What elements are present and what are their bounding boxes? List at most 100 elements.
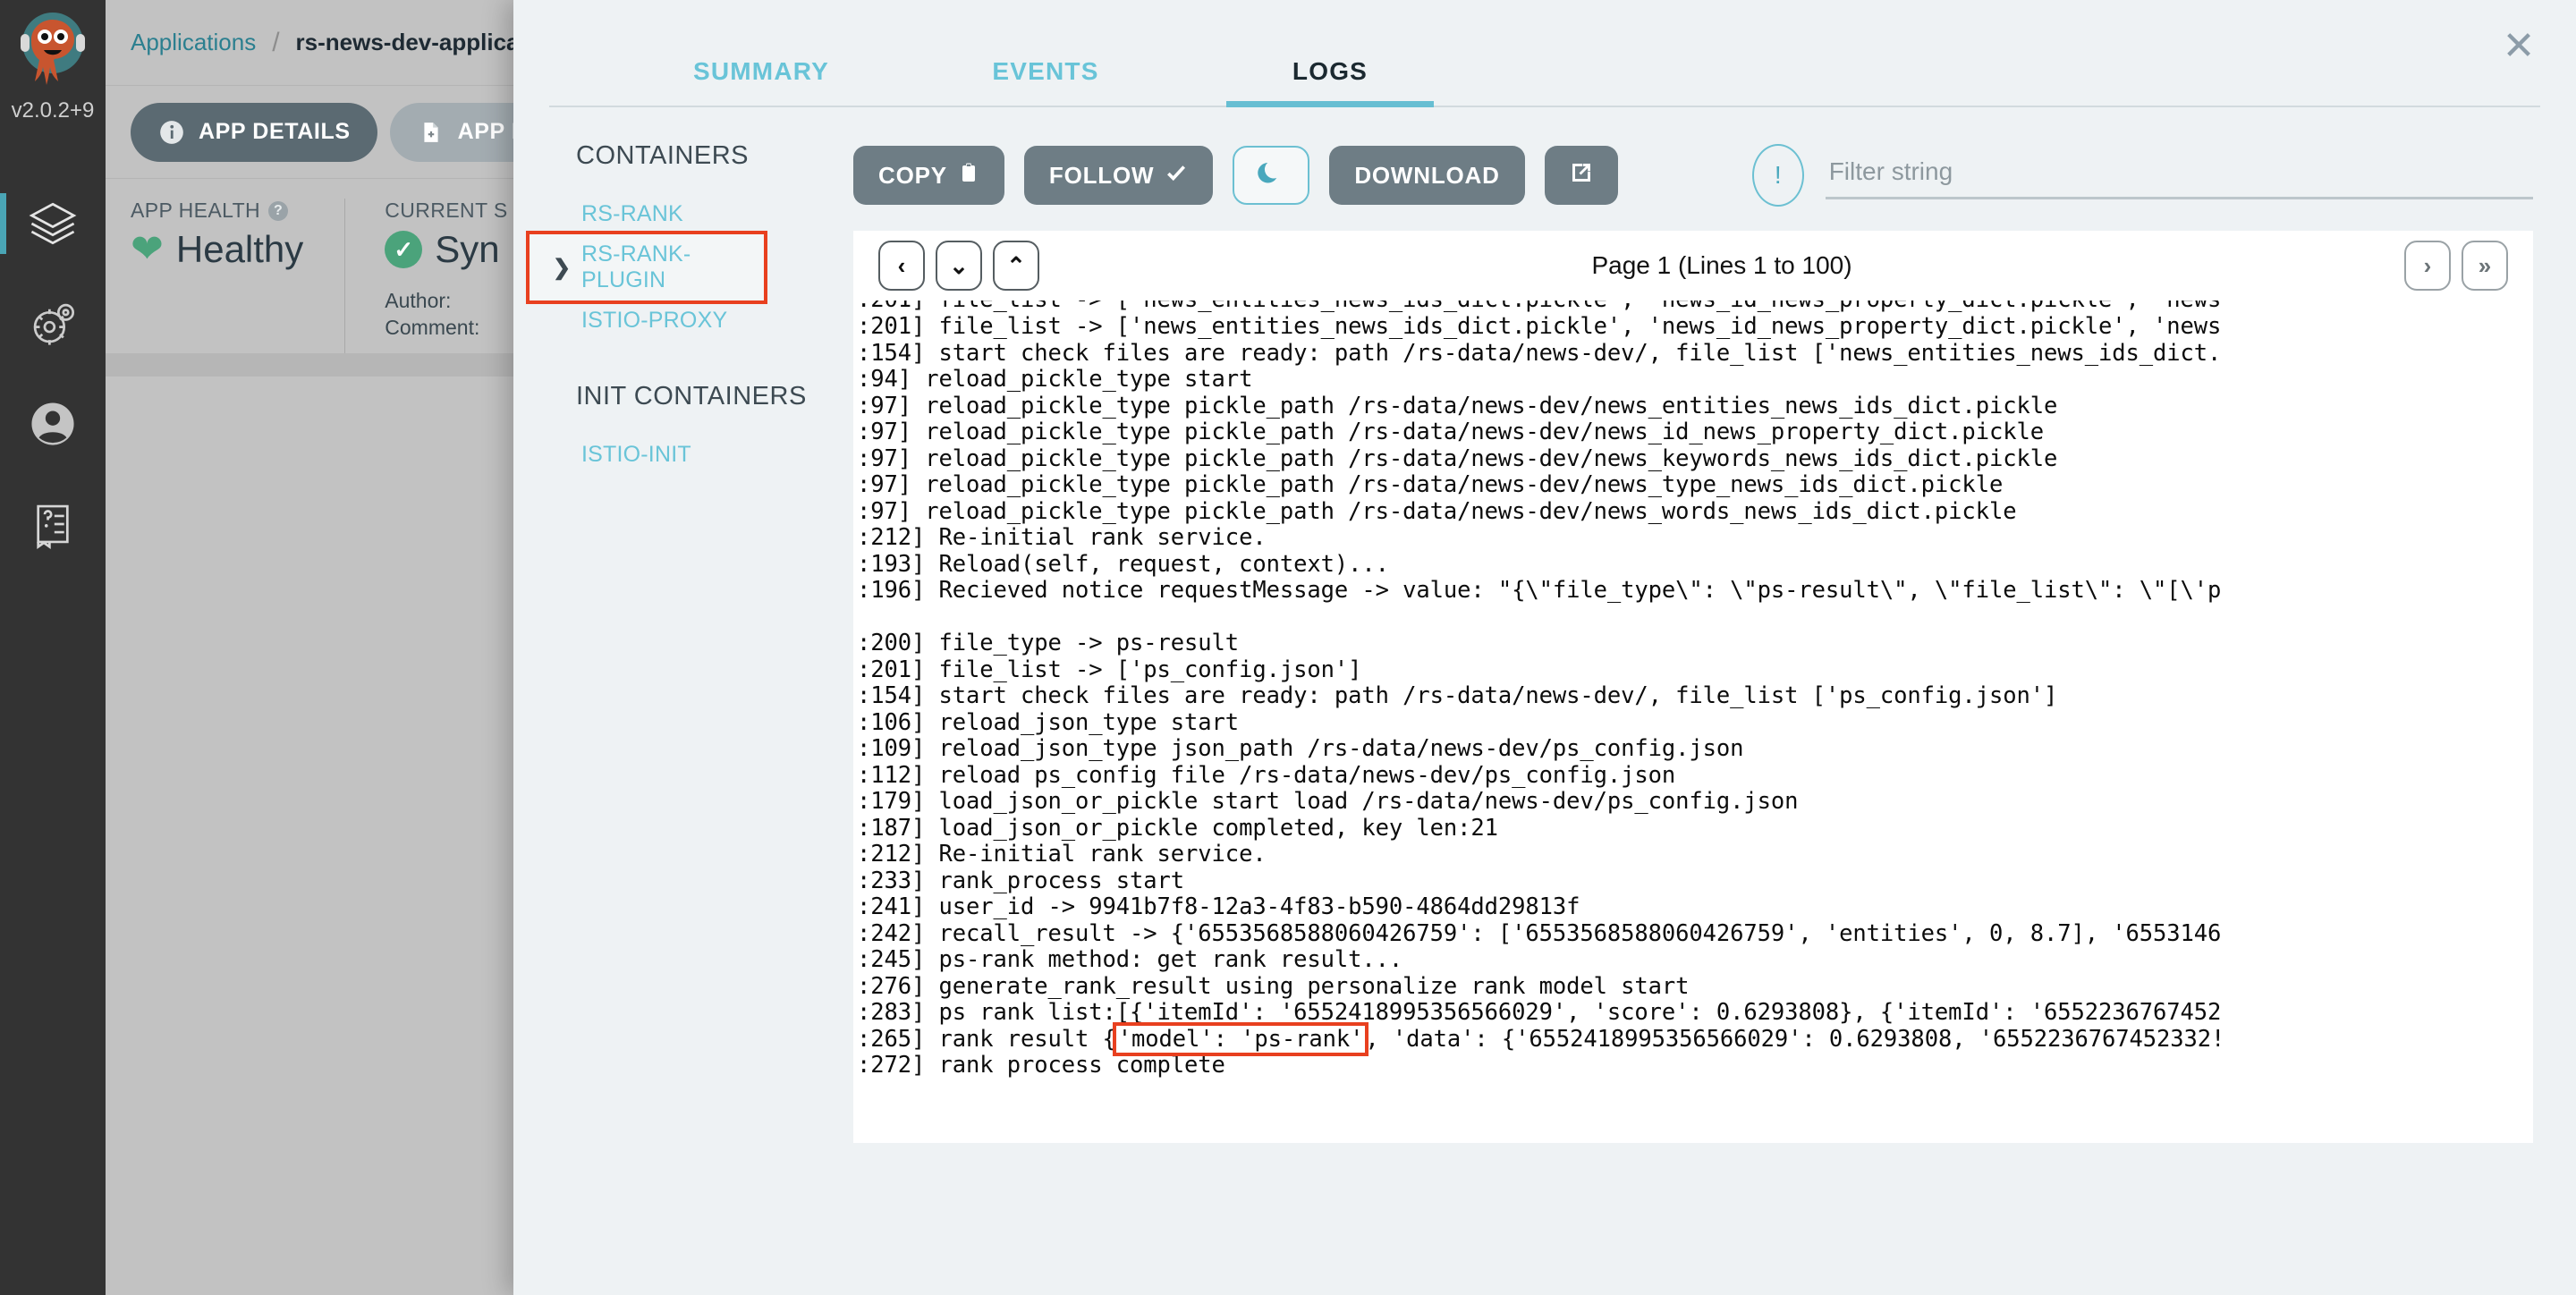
- container-item-rs-rank-plugin[interactable]: ❯ RS-RANK-PLUGIN: [526, 231, 767, 304]
- app-health-panel: APP HEALTH ? ❤ Healthy: [131, 199, 344, 353]
- log-line: :201] file_list -> ['news_entities_news_…: [857, 300, 2533, 314]
- follow-label: FOLLOW: [1048, 161, 1155, 189]
- containers-heading: CONTAINERS: [576, 141, 749, 170]
- file-diff-icon: [417, 118, 445, 147]
- log-line: :154] start check files are ready: path …: [857, 339, 2222, 367]
- log-viewer: ‹ ⌄ ⌃ Page 1 (Lines 1 to 100) › » :201] …: [853, 231, 2533, 1143]
- download-button[interactable]: DOWNLOAD: [1329, 146, 1525, 205]
- log-line: :200] file_type -> ps-result: [857, 630, 1240, 656]
- tab-logs[interactable]: LOGS: [1188, 57, 1472, 107]
- copy-label: COPY: [878, 161, 947, 189]
- breadcrumb-applications-link[interactable]: Applications: [131, 29, 256, 56]
- container-label: ISTIO-INIT: [581, 442, 691, 467]
- open-external-button[interactable]: [1544, 146, 1618, 205]
- last-page-button[interactable]: »: [2462, 241, 2508, 291]
- app-health-label: APP HEALTH ?: [131, 199, 303, 223]
- clipboard-icon: [958, 161, 979, 190]
- log-line: :196] Recieved notice requestMessage -> …: [857, 577, 2222, 604]
- scroll-up-button[interactable]: ⌃: [993, 241, 1039, 291]
- log-line: :272] rank process complete: [857, 1052, 1225, 1079]
- filter-invert-toggle[interactable]: !: [1751, 144, 1804, 207]
- breadcrumb-separator: /: [272, 27, 280, 57]
- sync-meta: Author: Comment:: [385, 287, 507, 342]
- sidebar-item-applications[interactable]: [0, 174, 106, 274]
- tab-events[interactable]: EVENTS: [903, 57, 1188, 107]
- current-sync-label: CURRENT S: [385, 199, 508, 222]
- containers-sidebar: CONTAINERS RS-RANK ❯ RS-RANK-PLUGIN ISTI…: [513, 107, 853, 1295]
- log-line: :179] load_json_or_pickle start load /rs…: [857, 788, 1799, 815]
- prev-page-button[interactable]: ‹: [878, 241, 925, 291]
- left-nav-rail: v2.0.2+9: [0, 0, 106, 1295]
- next-page-button[interactable]: ›: [2404, 241, 2451, 291]
- container-item-rs-rank[interactable]: RS-RANK: [530, 194, 853, 234]
- dark-mode-toggle[interactable]: [1233, 146, 1310, 205]
- book-help-icon: [37, 504, 69, 550]
- log-line: :154] start check files are ready: path …: [857, 682, 2058, 709]
- page-label: Page 1 (Lines 1 to 100): [1591, 251, 1852, 279]
- logs-pane: COPY FOLLOW DOWNLOAD ! Filter string ‹ ⌄…: [853, 107, 2576, 1295]
- pager-right-group: › »: [2404, 241, 2508, 291]
- check-circle-icon: ✓: [385, 231, 423, 268]
- log-line: :97] reload_pickle_type pickle_path /rs-…: [857, 419, 2044, 445]
- tab-summary[interactable]: SUMMARY: [619, 57, 903, 107]
- log-line: :97] reload_pickle_type pickle_path /rs-…: [857, 471, 2004, 498]
- log-line: :94] reload_pickle_type start: [857, 366, 1253, 393]
- nav-rail-items: [0, 174, 106, 574]
- highlighted-log-token: 'model': 'ps-rank': [1112, 1021, 1369, 1056]
- log-line: :245] ps-rank method: get rank result...: [857, 946, 1403, 973]
- heart-icon: ❤: [131, 227, 164, 271]
- container-item-istio-proxy[interactable]: ISTIO-PROXY: [530, 300, 853, 341]
- container-item-istio-init[interactable]: ISTIO-INIT: [530, 435, 853, 475]
- moon-icon: [1258, 158, 1284, 192]
- chevron-right-icon: ❯: [553, 255, 572, 280]
- download-label: DOWNLOAD: [1354, 161, 1500, 189]
- external-link-icon: [1568, 159, 1595, 192]
- sidebar-item-documentation[interactable]: [0, 474, 106, 574]
- app-details-button[interactable]: APP DETAILS: [131, 102, 377, 162]
- log-line: :242] recall_result -> {'655356858806042…: [857, 919, 2222, 947]
- scroll-down-button[interactable]: ⌄: [936, 241, 982, 291]
- comment-label: Comment:: [385, 316, 480, 340]
- log-line: :201] file_list -> ['news_entities_news_…: [857, 313, 2222, 340]
- log-line: :97] reload_pickle_type pickle_path /rs-…: [857, 497, 2017, 525]
- log-lines-container[interactable]: :201] file_list -> ['news_entities_news_…: [853, 300, 2533, 1143]
- app-health-value-row: ❤ Healthy: [131, 228, 303, 271]
- log-line: :187] load_json_or_pickle completed, key…: [857, 814, 1498, 842]
- container-label: RS-RANK-PLUGIN: [581, 241, 691, 292]
- sidebar-item-user-info[interactable]: [0, 374, 106, 474]
- follow-button[interactable]: FOLLOW: [1023, 146, 1214, 205]
- current-sync-value-row: ✓ Syn: [385, 228, 507, 271]
- log-line: :283] ps rank list:[{'itemId': '65524189…: [857, 999, 2222, 1026]
- layers-icon: [29, 202, 77, 245]
- pod-logs-modal: ✕ SUMMARY EVENTS LOGS CONTAINERS RS-RANK…: [513, 0, 2576, 1295]
- gear-icon: [33, 303, 75, 345]
- log-line: :212] Re-initial rank service.: [857, 524, 1267, 551]
- log-line: :109] reload_json_type json_path /rs-dat…: [857, 735, 1744, 762]
- filter-input[interactable]: [1825, 151, 2533, 199]
- app-health-value: Healthy: [175, 228, 304, 270]
- modal-tabs: SUMMARY EVENTS LOGS: [513, 0, 2576, 107]
- log-line: :276] generate_rank_result using persona…: [857, 972, 1690, 1000]
- argo-octopus-logo: [10, 7, 96, 93]
- app-details-label: APP DETAILS: [199, 119, 351, 144]
- sidebar-item-settings[interactable]: [0, 274, 106, 374]
- modal-body: CONTAINERS RS-RANK ❯ RS-RANK-PLUGIN ISTI…: [513, 107, 2576, 1295]
- user-circle-icon: [31, 402, 74, 445]
- filter-group: !: [1751, 144, 2533, 207]
- help-icon[interactable]: ?: [268, 200, 289, 221]
- info-icon: [157, 118, 186, 147]
- log-line: :241] user_id -> 9941b7f8-12a3-4f83-b590…: [857, 893, 1580, 920]
- log-line: :233] rank_process start: [857, 867, 1185, 894]
- log-line: :212] Re-initial rank service.: [857, 841, 1267, 868]
- version-label: v2.0.2+9: [11, 98, 95, 123]
- log-line: :112] reload ps_config file /rs-data/new…: [857, 761, 1676, 789]
- author-label: Author:: [385, 289, 452, 312]
- init-containers-heading: INIT CONTAINERS: [576, 382, 807, 411]
- container-label: RS-RANK: [581, 201, 683, 226]
- log-pager: ‹ ⌄ ⌃ Page 1 (Lines 1 to 100) › »: [853, 231, 2533, 300]
- log-line: :201] file_list -> ['ps_config.json']: [857, 656, 1362, 683]
- copy-button[interactable]: COPY: [853, 146, 1004, 205]
- logs-toolbar: COPY FOLLOW DOWNLOAD ! Filter string: [853, 132, 2533, 218]
- log-line: :97] reload_pickle_type pickle_path /rs-…: [857, 392, 2058, 419]
